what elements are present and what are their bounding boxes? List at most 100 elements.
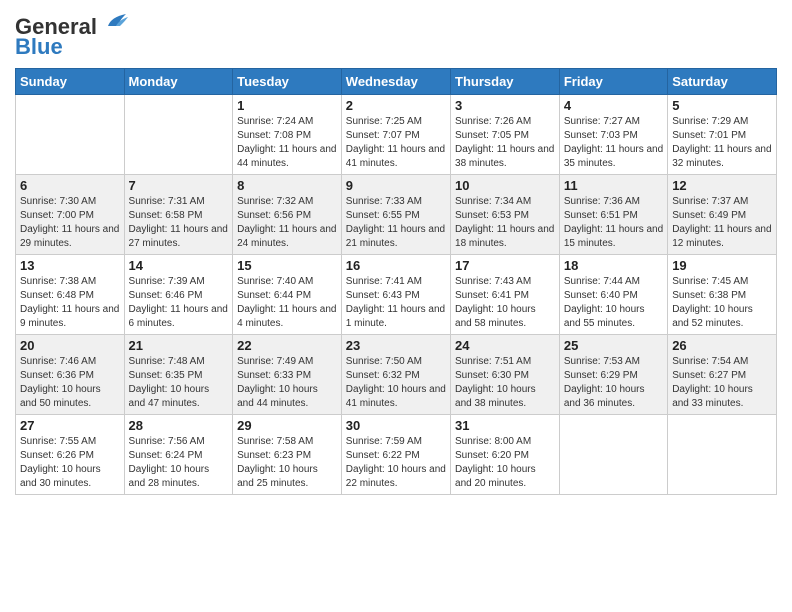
day-number: 23: [346, 338, 446, 353]
day-number: 15: [237, 258, 337, 273]
calendar-day-cell: 31 Sunrise: 8:00 AM Sunset: 6:20 PM Dayli…: [451, 415, 560, 495]
calendar-week-row: 27Sunrise: 7:55 AM Sunset: 6:26 PM Dayli…: [16, 415, 777, 495]
day-info: Sunrise: 7:40 AM Sunset: 6:44 PM Dayligh…: [237, 275, 337, 331]
day-number: 12: [672, 178, 772, 193]
calendar-day-cell: 25 Sunrise: 7:53 AM Sunset: 6:29 PM Dayli…: [559, 335, 667, 415]
calendar-day-cell: 3Sunrise: 7:26 AM Sunset: 7:05 PM Daylig…: [451, 95, 560, 175]
day-info: Sunrise: 7:36 AM Sunset: 6:51 PM Dayligh…: [564, 195, 663, 251]
day-of-week-header: Tuesday: [233, 69, 342, 95]
day-info: Sunrise: 7:33 AM Sunset: 6:55 PM Dayligh…: [346, 195, 446, 251]
calendar-day-cell: 18 Sunrise: 7:44 AM Sunset: 6:40 PM Dayli…: [559, 255, 667, 335]
logo-bird-icon: [100, 12, 128, 34]
day-number: 26: [672, 338, 772, 353]
day-info: Sunrise: 7:48 AM Sunset: 6:35 PM Dayligh…: [129, 355, 229, 411]
calendar-day-cell: 17 Sunrise: 7:43 AM Sunset: 6:41 PM Dayli…: [451, 255, 560, 335]
calendar-day-cell: [559, 415, 667, 495]
day-info: Sunrise: 7:25 AM Sunset: 7:07 PM Dayligh…: [346, 115, 446, 171]
day-number: 25: [564, 338, 663, 353]
day-info: Sunrise: 7:56 AM Sunset: 6:24 PM Dayligh…: [129, 435, 229, 491]
calendar-day-cell: 27Sunrise: 7:55 AM Sunset: 6:26 PM Dayli…: [16, 415, 125, 495]
day-info: Sunrise: 7:59 AM Sunset: 6:22 PM Dayligh…: [346, 435, 446, 491]
day-number: 9: [346, 178, 446, 193]
day-info: Sunrise: 8:00 AM Sunset: 6:20 PM Dayligh…: [455, 435, 555, 491]
day-number: 17: [455, 258, 555, 273]
calendar-day-cell: 1 Sunrise: 7:24 AM Sunset: 7:08 PM Daylig…: [233, 95, 342, 175]
day-info: Sunrise: 7:37 AM Sunset: 6:49 PM Dayligh…: [672, 195, 772, 251]
day-info: Sunrise: 7:58 AM Sunset: 6:23 PM Dayligh…: [237, 435, 337, 491]
day-number: 11: [564, 178, 663, 193]
day-info: Sunrise: 7:51 AM Sunset: 6:30 PM Dayligh…: [455, 355, 555, 411]
day-info: Sunrise: 7:31 AM Sunset: 6:58 PM Dayligh…: [129, 195, 229, 251]
calendar-week-row: 1 Sunrise: 7:24 AM Sunset: 7:08 PM Daylig…: [16, 95, 777, 175]
day-number: 1: [237, 98, 337, 113]
calendar-header-row: SundayMondayTuesdayWednesdayThursdayFrid…: [16, 69, 777, 95]
calendar-day-cell: 15 Sunrise: 7:40 AM Sunset: 6:44 PM Dayli…: [233, 255, 342, 335]
day-info: Sunrise: 7:46 AM Sunset: 6:36 PM Dayligh…: [20, 355, 120, 411]
calendar-day-cell: 9 Sunrise: 7:33 AM Sunset: 6:55 PM Daylig…: [341, 175, 450, 255]
calendar-day-cell: 26 Sunrise: 7:54 AM Sunset: 6:27 PM Dayli…: [668, 335, 777, 415]
day-number: 28: [129, 418, 229, 433]
day-number: 6: [20, 178, 120, 193]
day-of-week-header: Sunday: [16, 69, 125, 95]
calendar-day-cell: 22Sunrise: 7:49 AM Sunset: 6:33 PM Dayli…: [233, 335, 342, 415]
calendar-day-cell: 23Sunrise: 7:50 AM Sunset: 6:32 PM Dayli…: [341, 335, 450, 415]
day-number: 5: [672, 98, 772, 113]
day-info: Sunrise: 7:45 AM Sunset: 6:38 PM Dayligh…: [672, 275, 772, 331]
calendar-day-cell: 11 Sunrise: 7:36 AM Sunset: 6:51 PM Dayli…: [559, 175, 667, 255]
day-of-week-header: Monday: [124, 69, 233, 95]
day-number: 4: [564, 98, 663, 113]
page-header: General Blue: [15, 10, 777, 60]
logo-blue-text: Blue: [15, 34, 63, 60]
day-info: Sunrise: 7:30 AM Sunset: 7:00 PM Dayligh…: [20, 195, 120, 251]
calendar-week-row: 6 Sunrise: 7:30 AM Sunset: 7:00 PM Daylig…: [16, 175, 777, 255]
day-info: Sunrise: 7:43 AM Sunset: 6:41 PM Dayligh…: [455, 275, 555, 331]
day-info: Sunrise: 7:27 AM Sunset: 7:03 PM Dayligh…: [564, 115, 663, 171]
calendar-week-row: 20 Sunrise: 7:46 AM Sunset: 6:36 PM Dayli…: [16, 335, 777, 415]
calendar-day-cell: 14Sunrise: 7:39 AM Sunset: 6:46 PM Dayli…: [124, 255, 233, 335]
calendar-day-cell: 20 Sunrise: 7:46 AM Sunset: 6:36 PM Dayli…: [16, 335, 125, 415]
calendar-day-cell: 29Sunrise: 7:58 AM Sunset: 6:23 PM Dayli…: [233, 415, 342, 495]
calendar-day-cell: 24 Sunrise: 7:51 AM Sunset: 6:30 PM Dayli…: [451, 335, 560, 415]
day-info: Sunrise: 7:34 AM Sunset: 6:53 PM Dayligh…: [455, 195, 555, 251]
calendar-day-cell: [124, 95, 233, 175]
day-info: Sunrise: 7:44 AM Sunset: 6:40 PM Dayligh…: [564, 275, 663, 331]
day-info: Sunrise: 7:24 AM Sunset: 7:08 PM Dayligh…: [237, 115, 337, 171]
day-number: 21: [129, 338, 229, 353]
calendar-day-cell: 16 Sunrise: 7:41 AM Sunset: 6:43 PM Dayli…: [341, 255, 450, 335]
calendar-table: SundayMondayTuesdayWednesdayThursdayFrid…: [15, 68, 777, 495]
calendar-day-cell: 28 Sunrise: 7:56 AM Sunset: 6:24 PM Dayli…: [124, 415, 233, 495]
day-number: 3: [455, 98, 555, 113]
calendar-day-cell: 4 Sunrise: 7:27 AM Sunset: 7:03 PM Daylig…: [559, 95, 667, 175]
calendar-day-cell: 21 Sunrise: 7:48 AM Sunset: 6:35 PM Dayli…: [124, 335, 233, 415]
day-info: Sunrise: 7:41 AM Sunset: 6:43 PM Dayligh…: [346, 275, 446, 331]
day-info: Sunrise: 7:49 AM Sunset: 6:33 PM Dayligh…: [237, 355, 337, 411]
calendar-day-cell: 7Sunrise: 7:31 AM Sunset: 6:58 PM Daylig…: [124, 175, 233, 255]
calendar-day-cell: 6 Sunrise: 7:30 AM Sunset: 7:00 PM Daylig…: [16, 175, 125, 255]
day-number: 30: [346, 418, 446, 433]
day-number: 13: [20, 258, 120, 273]
day-of-week-header: Friday: [559, 69, 667, 95]
day-info: Sunrise: 7:54 AM Sunset: 6:27 PM Dayligh…: [672, 355, 772, 411]
day-of-week-header: Saturday: [668, 69, 777, 95]
calendar-day-cell: 12 Sunrise: 7:37 AM Sunset: 6:49 PM Dayli…: [668, 175, 777, 255]
day-number: 20: [20, 338, 120, 353]
calendar-day-cell: 2Sunrise: 7:25 AM Sunset: 7:07 PM Daylig…: [341, 95, 450, 175]
logo: General Blue: [15, 14, 128, 60]
day-number: 18: [564, 258, 663, 273]
day-info: Sunrise: 7:53 AM Sunset: 6:29 PM Dayligh…: [564, 355, 663, 411]
day-info: Sunrise: 7:39 AM Sunset: 6:46 PM Dayligh…: [129, 275, 229, 331]
calendar-day-cell: 5Sunrise: 7:29 AM Sunset: 7:01 PM Daylig…: [668, 95, 777, 175]
calendar-day-cell: [16, 95, 125, 175]
day-number: 31: [455, 418, 555, 433]
day-number: 10: [455, 178, 555, 193]
calendar-week-row: 13 Sunrise: 7:38 AM Sunset: 6:48 PM Dayli…: [16, 255, 777, 335]
day-info: Sunrise: 7:55 AM Sunset: 6:26 PM Dayligh…: [20, 435, 120, 491]
calendar-day-cell: 13 Sunrise: 7:38 AM Sunset: 6:48 PM Dayli…: [16, 255, 125, 335]
calendar-day-cell: [668, 415, 777, 495]
day-info: Sunrise: 7:38 AM Sunset: 6:48 PM Dayligh…: [20, 275, 120, 331]
day-number: 16: [346, 258, 446, 273]
day-of-week-header: Thursday: [451, 69, 560, 95]
calendar-day-cell: 19 Sunrise: 7:45 AM Sunset: 6:38 PM Dayli…: [668, 255, 777, 335]
day-number: 19: [672, 258, 772, 273]
day-number: 24: [455, 338, 555, 353]
